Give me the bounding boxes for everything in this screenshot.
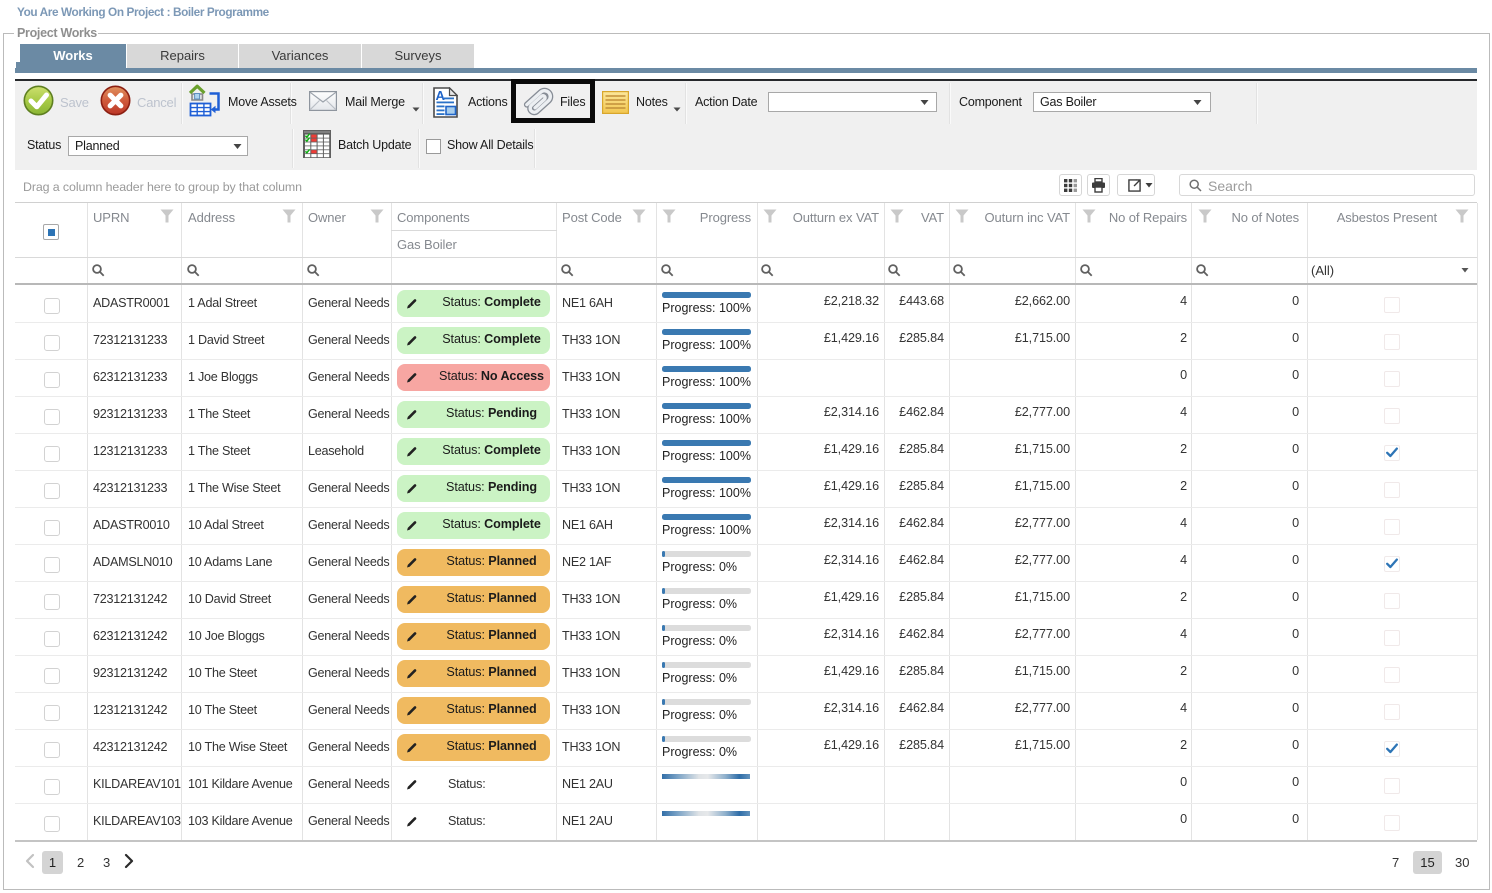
svg-text:A: A <box>436 88 446 103</box>
